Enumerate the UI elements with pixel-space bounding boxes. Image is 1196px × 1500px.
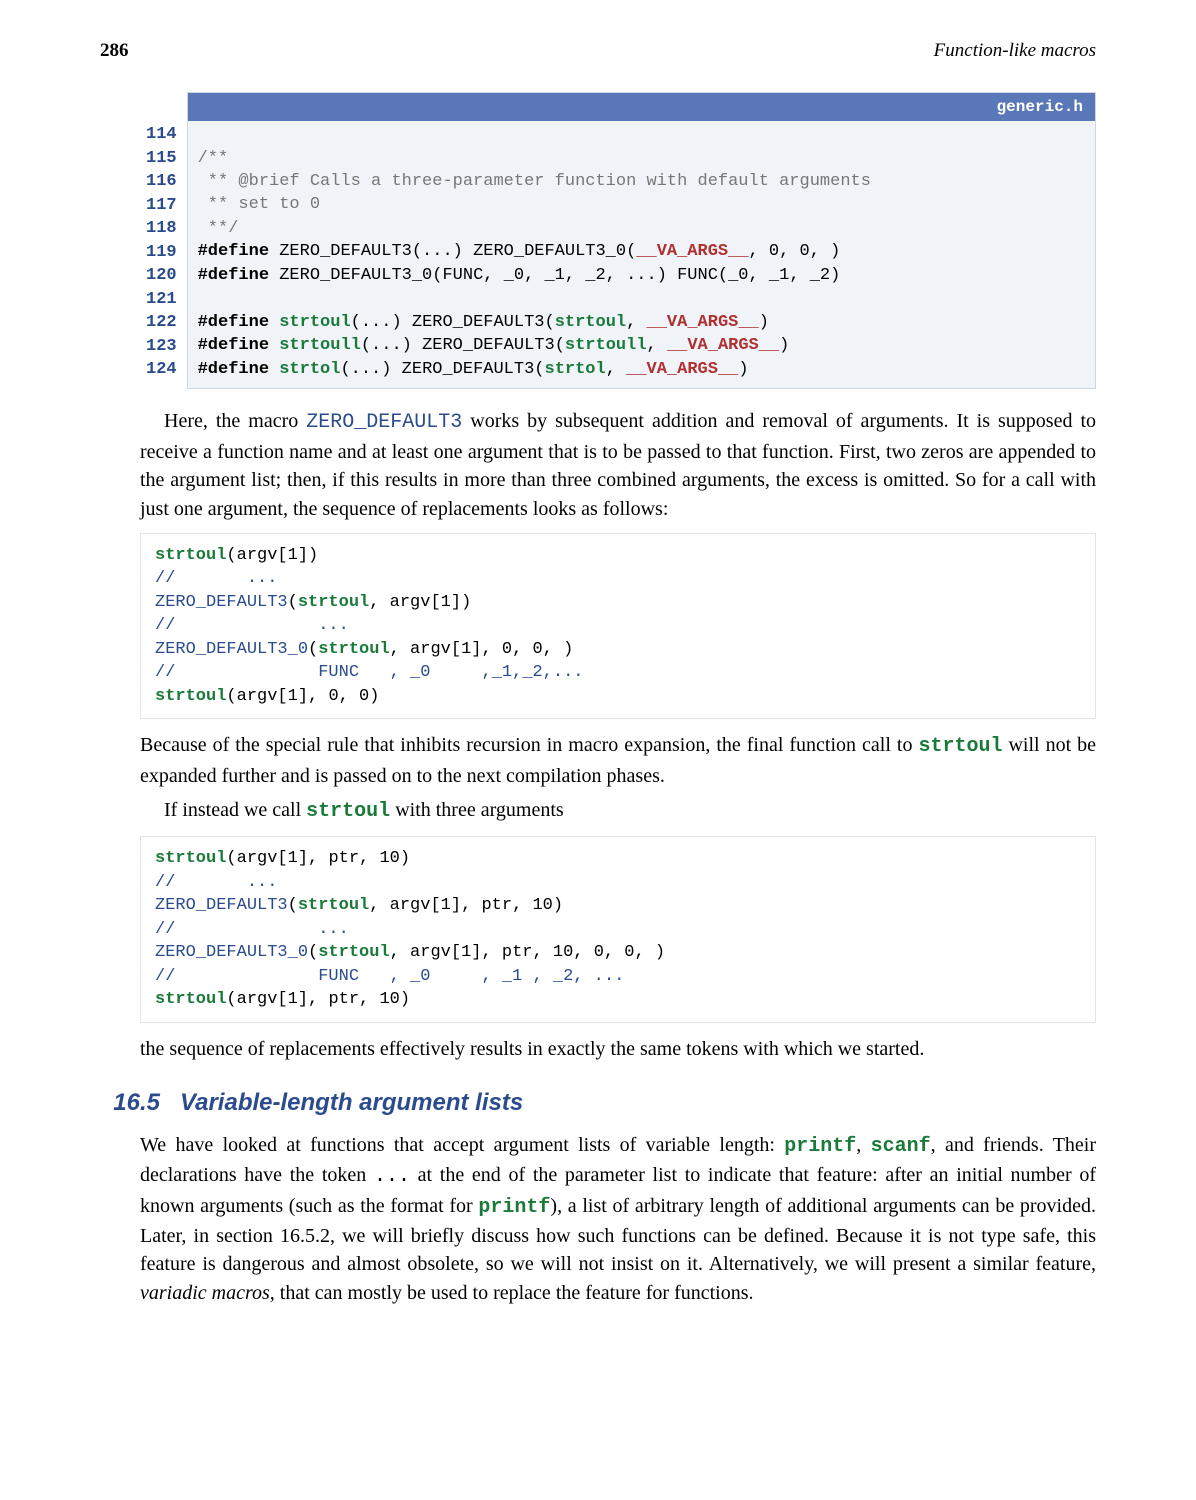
paragraph-2: Because of the special rule that inhibit…: [140, 731, 1096, 790]
code-line: **/: [188, 217, 1095, 240]
line-number: 117: [146, 194, 177, 217]
code-line: ZERO_DEFAULT3(strtoul, argv[1], ptr, 10): [155, 894, 1081, 917]
code-line: // ...: [155, 871, 1081, 894]
code-line: ZERO_DEFAULT3_0(strtoul, argv[1], 0, 0, …: [155, 638, 1081, 661]
paragraph-5: We have looked at functions that accept …: [140, 1131, 1096, 1307]
line-number-gutter: 114115116117118119120121122123124: [140, 92, 187, 389]
line-number: 121: [146, 288, 177, 311]
code-line: [188, 121, 1095, 146]
line-number: 115: [146, 147, 177, 170]
page-header: 286 Function-like macros: [100, 40, 1096, 62]
code-line: /**: [188, 147, 1095, 170]
line-number: 124: [146, 358, 177, 381]
code-inline-zero-default3: ZERO_DEFAULT3: [306, 411, 462, 434]
line-number: 120: [146, 264, 177, 287]
page-number: 286: [100, 40, 129, 62]
code-line: // ...: [155, 614, 1081, 637]
code-inline-scanf: scanf: [871, 1135, 931, 1158]
code-inline-strtoul: strtoul: [918, 735, 1002, 758]
code-line: #define strtol(...) ZERO_DEFAULT3(strtol…: [188, 358, 1095, 381]
code-line: #define strtoull(...) ZERO_DEFAULT3(strt…: [188, 334, 1095, 357]
text: , that can mostly be used to replace the…: [270, 1282, 754, 1304]
text: We have looked at functions that accept …: [140, 1134, 784, 1156]
text: If instead we call: [164, 799, 306, 821]
code-line: // ...: [155, 918, 1081, 941]
line-number: 119: [146, 241, 177, 264]
code-inline-printf: printf: [784, 1135, 856, 1158]
text: with three arguments: [390, 799, 563, 821]
code-inline-strtoul: strtoul: [306, 800, 390, 823]
text: Here, the macro: [164, 410, 306, 432]
code-line: // FUNC , _0 ,_1,_2,...: [155, 661, 1081, 684]
code-line: #define strtoul(...) ZERO_DEFAULT3(strto…: [188, 311, 1095, 334]
text: ,: [856, 1134, 870, 1156]
code-line: ZERO_DEFAULT3_0(strtoul, argv[1], ptr, 1…: [155, 941, 1081, 964]
line-number: 122: [146, 311, 177, 334]
code-block-expansion-2: strtoul(argv[1], ptr, 10)// ...ZERO_DEFA…: [140, 836, 1096, 1022]
section-number: 16.5: [100, 1089, 160, 1117]
line-number: 118: [146, 217, 177, 240]
section-title: Variable-length argument lists: [180, 1089, 523, 1117]
paragraph-3: If instead we call strtoul with three ar…: [140, 796, 1096, 826]
paragraph-4: the sequence of replacements effectively…: [140, 1035, 1096, 1063]
line-number: 123: [146, 335, 177, 358]
code-line: ** set to 0: [188, 193, 1095, 216]
line-number: 116: [146, 170, 177, 193]
code-line: // FUNC , _0 , _1 , _2, ...: [155, 965, 1081, 988]
code-line: ZERO_DEFAULT3(strtoul, argv[1]): [155, 591, 1081, 614]
emphasis-variadic-macros: variadic macros: [140, 1282, 270, 1304]
code-line: strtoul(argv[1]): [155, 544, 1081, 567]
running-title: Function-like macros: [934, 40, 1096, 62]
section-heading: 16.5 Variable-length argument lists: [100, 1089, 1096, 1117]
code-block-expansion-1: strtoul(argv[1])// ...ZERO_DEFAULT3(strt…: [140, 533, 1096, 719]
code-line: #define ZERO_DEFAULT3(...) ZERO_DEFAULT3…: [188, 240, 1095, 263]
paragraph-1: Here, the macro ZERO_DEFAULT3 works by s…: [140, 407, 1096, 523]
code-inline-printf: printf: [478, 1196, 550, 1219]
code-line: ** @brief Calls a three-parameter functi…: [188, 170, 1095, 193]
code-ellipsis: ...: [374, 1165, 410, 1188]
code-line: strtoul(argv[1], ptr, 10): [155, 847, 1081, 870]
code-line: // ...: [155, 567, 1081, 590]
code-line: #define ZERO_DEFAULT3_0(FUNC, _0, _1, _2…: [188, 264, 1095, 287]
code-line: strtoul(argv[1], 0, 0): [155, 685, 1081, 708]
page: 286 Function-like macros 114115116117118…: [0, 0, 1196, 1373]
code-body: generic.h /** ** @brief Calls a three-pa…: [187, 92, 1096, 389]
line-number: 114: [146, 123, 177, 146]
text: Because of the special rule that inhibit…: [140, 734, 918, 756]
code-line: [188, 287, 1095, 310]
filename-bar: generic.h: [188, 93, 1095, 121]
code-line: strtoul(argv[1], ptr, 10): [155, 988, 1081, 1011]
code-listing-generic-h: 114115116117118119120121122123124 generi…: [140, 92, 1096, 389]
